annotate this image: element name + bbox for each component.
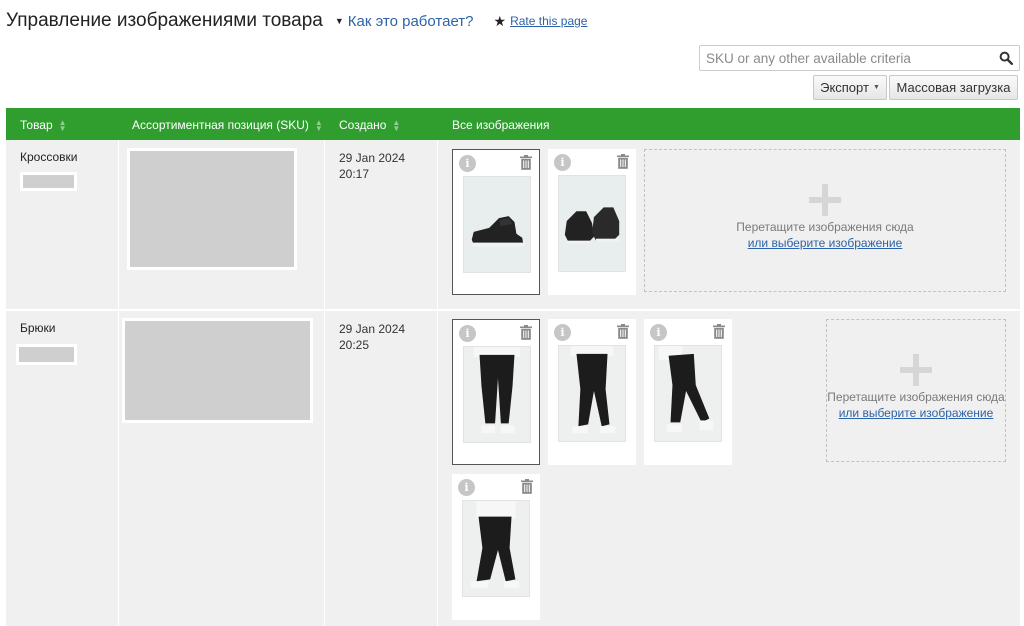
product-image-sneaker-pair <box>558 175 626 272</box>
image-drop-zone[interactable]: Перетащите изображения сюда или выберите… <box>644 149 1006 292</box>
created-date: 29 Jan 2024 20:25 <box>339 321 405 353</box>
search-input[interactable] <box>700 46 990 70</box>
column-header-images: Все изображения <box>452 118 550 132</box>
plus-icon <box>809 184 841 216</box>
info-icon[interactable]: i <box>554 324 571 341</box>
image-tile[interactable]: i <box>548 319 636 465</box>
image-tile[interactable]: i <box>452 149 540 295</box>
trash-icon[interactable] <box>617 154 629 169</box>
drop-zone-text: Перетащите изображения сюда <box>736 220 914 234</box>
product-thumbnail-placeholder <box>16 344 77 365</box>
caret-down-icon[interactable]: ▼ <box>335 16 344 26</box>
sku-image-placeholder <box>127 148 297 270</box>
column-header-label: Товар <box>20 118 53 132</box>
sku-image-placeholder <box>122 318 313 423</box>
rate-page-link[interactable]: Rate this page <box>510 14 587 28</box>
product-image-pants-back <box>462 500 530 597</box>
export-button-label: Экспорт <box>820 80 869 95</box>
star-icon[interactable]: ★ <box>494 13 507 30</box>
created-cell: 29 Jan 2024 20:25 <box>325 311 438 626</box>
images-cell: i i <box>438 311 1020 626</box>
table-row: Брюки 29 Jan 2024 20:25 i i i Перетащите… <box>6 311 1020 626</box>
image-drop-zone[interactable]: Перетащите изображения сюда или выберите… <box>826 319 1006 462</box>
search-box <box>699 45 1020 71</box>
sku-cell <box>119 140 325 309</box>
info-icon[interactable]: i <box>459 325 476 342</box>
drop-zone-text: Перетащите изображения сюда <box>827 390 1005 404</box>
table-row: Кроссовки 29 Jan 2024 20:17 i i Перетащи… <box>6 140 1020 309</box>
page-header: Управление изображениями товара ▼ Как эт… <box>6 10 587 32</box>
product-name: Кроссовки <box>20 150 78 164</box>
plus-icon <box>900 354 932 386</box>
sku-cell <box>119 311 325 626</box>
bulk-upload-button[interactable]: Массовая загрузка <box>889 75 1018 100</box>
info-icon[interactable]: i <box>650 324 667 341</box>
info-icon[interactable]: i <box>458 479 475 496</box>
created-date-value: 29 Jan 2024 <box>339 322 406 336</box>
created-date: 29 Jan 2024 20:17 <box>339 150 405 182</box>
export-button[interactable]: Экспорт ▼ <box>813 75 887 100</box>
trash-icon[interactable] <box>521 479 533 494</box>
trash-icon[interactable] <box>520 325 532 340</box>
column-header-sku[interactable]: Ассортиментная позиция (SKU) ▲ ▼ <box>132 118 323 132</box>
product-image-sneaker <box>463 176 531 273</box>
page-title: Управление изображениями товара <box>6 10 323 31</box>
created-time-value: 20:17 <box>339 167 370 181</box>
sort-icon[interactable]: ▲ ▼ <box>59 118 67 132</box>
product-name: Брюки <box>20 321 56 335</box>
info-icon[interactable]: i <box>459 155 476 172</box>
search-icon[interactable] <box>999 51 1013 65</box>
column-header-label: Все изображения <box>452 118 550 132</box>
created-cell: 29 Jan 2024 20:17 <box>325 140 438 309</box>
sort-icon[interactable]: ▲ ▼ <box>392 118 400 132</box>
select-image-link[interactable]: или выберите изображение <box>645 236 1005 250</box>
images-cell: i i <box>438 140 1020 309</box>
product-image-pants-side <box>558 345 626 442</box>
column-header-created[interactable]: Создано ▲ ▼ <box>339 118 400 132</box>
sort-icon[interactable]: ▲ ▼ <box>315 118 323 132</box>
trash-icon[interactable] <box>617 324 629 339</box>
trash-icon[interactable] <box>520 155 532 170</box>
created-date-value: 29 Jan 2024 <box>339 151 406 165</box>
column-header-label: Ассортиментная позиция (SKU) <box>132 118 309 132</box>
column-header-label: Создано <box>339 118 387 132</box>
product-image-pants-front <box>463 346 531 443</box>
chevron-down-icon: ▼ <box>872 84 880 91</box>
table-header: Товар ▲ ▼ Ассортиментная позиция (SKU) ▲ ▼ С… <box>6 108 1020 140</box>
image-tile[interactable]: i <box>644 319 732 465</box>
product-image-pants-profile <box>654 345 722 442</box>
info-icon[interactable]: i <box>554 154 571 171</box>
image-tile[interactable]: i <box>452 474 540 620</box>
product-thumbnail-placeholder <box>20 172 77 191</box>
column-header-product[interactable]: Товар ▲ ▼ <box>20 118 67 132</box>
how-it-works-link[interactable]: Как это работает? <box>348 13 474 30</box>
trash-icon[interactable] <box>713 324 725 339</box>
image-tile[interactable]: i <box>548 149 636 295</box>
created-time-value: 20:25 <box>339 338 370 352</box>
select-image-link[interactable]: или выберите изображение <box>827 406 1005 420</box>
product-cell: Кроссовки <box>6 140 119 309</box>
product-cell: Брюки <box>6 311 119 626</box>
image-tile[interactable]: i <box>452 319 540 465</box>
